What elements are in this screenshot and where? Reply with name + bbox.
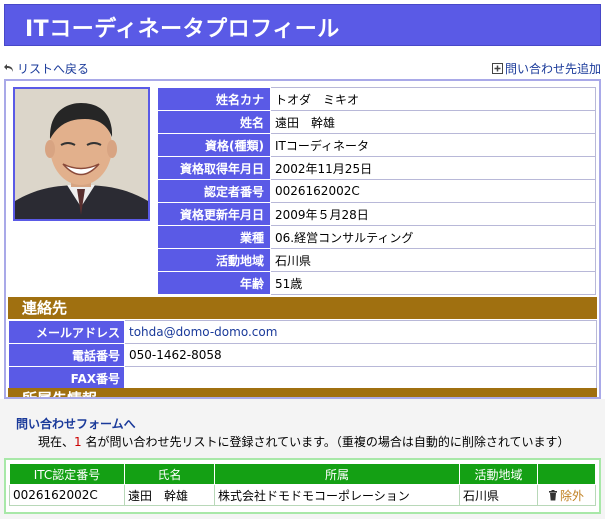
- add-box-icon: [491, 63, 503, 74]
- inquiry-status-text: 現在、1 名が問い合わせ先リストに登録されています。（重複の場合は自動的に削除さ…: [38, 433, 570, 450]
- name-header: 氏名: [124, 463, 215, 485]
- back-to-list-link[interactable]: リストへ戻る: [4, 60, 89, 77]
- back-to-list-label: リストへ戻る: [17, 62, 90, 76]
- contact-value: 050-1462-8058: [124, 343, 597, 367]
- status-suffix: 名が問い合わせ先リストに登録されています。（重複の場合は自動的に削除されています…: [81, 435, 570, 449]
- profile-value: トオダ ミキオ: [270, 87, 596, 111]
- profile-row: 業種 06.経営コンサルティング: [157, 225, 596, 249]
- profile-row: 資格取得年月日 2002年11月25日: [157, 156, 596, 180]
- contact-row: メールアドレス tohda@domo-domo.com: [8, 320, 597, 344]
- profile-panel: 姓名カナ トオダ ミキオ 姓名 遠田 幹雄 資格(種類) ITコーディネータ 資格取得年月日…: [4, 79, 601, 399]
- profile-value: 2009年５月28日: [270, 202, 596, 226]
- contact-row: FAX番号: [8, 366, 597, 390]
- contact-value: [124, 366, 597, 390]
- contact-value: tohda@domo-domo.com: [124, 320, 597, 344]
- status-count: 1: [74, 435, 82, 449]
- contact-section-header: 連絡先: [8, 297, 597, 319]
- profile-value: 0026162002C: [270, 179, 596, 203]
- status-prefix: 現在、: [38, 435, 75, 449]
- itc-number-cell: 0026162002C: [9, 484, 125, 506]
- back-arrow-icon: [4, 64, 13, 72]
- remove-button[interactable]: 除外: [548, 487, 584, 504]
- contact-row: 電話番号 050-1462-8058: [8, 343, 597, 367]
- profile-row: 年齢 51歳: [157, 271, 596, 295]
- contact-label: FAX番号: [8, 366, 125, 390]
- nav-row: リストへ戻る 問い合わせ先追加: [4, 60, 601, 76]
- contact-table: メールアドレス tohda@domo-domo.com 電話番号 050-1462-8…: [8, 320, 597, 390]
- name-cell: 遠田 幹雄: [124, 484, 215, 506]
- inquiry-list: ITC認定番号 氏名 所属 活動地域 0026162002C 遠田 幹雄 株式会社ドモドモ…: [4, 458, 601, 514]
- profile-row: 資格(種類) ITコーディネータ: [157, 133, 596, 157]
- profile-label: 活動地域: [157, 248, 271, 272]
- add-inquiry-link[interactable]: 問い合わせ先追加: [491, 60, 601, 77]
- profile-row: 姓名カナ トオダ ミキオ: [157, 87, 596, 111]
- region-cell: 石川県: [459, 484, 538, 506]
- profile-value: 石川県: [270, 248, 596, 272]
- portrait-image: [15, 89, 148, 219]
- inquiry-form-link[interactable]: 問い合わせフォームへ: [16, 415, 136, 432]
- profile-row: 活動地域 石川県: [157, 248, 596, 272]
- profile-table: 姓名カナ トオダ ミキオ 姓名 遠田 幹雄 資格(種類) ITコーディネータ 資格取得年月日…: [157, 87, 596, 295]
- profile-label: 姓名: [157, 110, 271, 134]
- profile-row: 認定者番号 0026162002C: [157, 179, 596, 203]
- profile-label: 認定者番号: [157, 179, 271, 203]
- itc-list-table: ITC認定番号 氏名 所属 活動地域 0026162002C 遠田 幹雄 株式会社ドモドモ…: [9, 463, 596, 506]
- region-header: 活動地域: [459, 463, 538, 485]
- add-inquiry-label: 問い合わせ先追加: [504, 62, 601, 76]
- page-title: ITコーディネータプロフィール: [25, 17, 340, 42]
- contact-label: メールアドレス: [8, 320, 125, 344]
- inquiry-area: 問い合わせフォームへ 現在、1 名が問い合わせ先リストに登録されています。（重複…: [0, 399, 605, 519]
- profile-value: 06.経営コンサルティング: [270, 225, 596, 249]
- profile-label: 業種: [157, 225, 271, 249]
- page-header: ITコーディネータプロフィール: [4, 4, 601, 46]
- trash-icon: [549, 489, 557, 500]
- itc-number-header: ITC認定番号: [9, 463, 125, 485]
- affiliation-header: 所属: [214, 463, 460, 485]
- profile-label: 年齢: [157, 271, 271, 295]
- profile-value: ITコーディネータ: [270, 133, 596, 157]
- profile-label: 資格取得年月日: [157, 156, 271, 180]
- table-row: 0026162002C 遠田 幹雄 株式会社ドモドモコーポレーション 石川県 除外: [9, 484, 596, 506]
- profile-value: 51歳: [270, 271, 596, 295]
- profile-label: 姓名カナ: [157, 87, 271, 111]
- profile-value: 遠田 幹雄: [270, 110, 596, 134]
- profile-label: 資格(種類): [157, 133, 271, 157]
- contact-label: 電話番号: [8, 343, 125, 367]
- action-cell: 除外: [537, 484, 596, 506]
- profile-row: 姓名 遠田 幹雄: [157, 110, 596, 134]
- affiliation-section-header: 所属先情報: [8, 388, 597, 397]
- profile-photo: [13, 87, 150, 221]
- profile-row: 資格更新年月日 2009年５月28日: [157, 202, 596, 226]
- remove-label: 除外: [560, 488, 585, 503]
- profile-value: 2002年11月25日: [270, 156, 596, 180]
- profile-label: 資格更新年月日: [157, 202, 271, 226]
- affiliation-cell: 株式会社ドモドモコーポレーション: [214, 484, 460, 506]
- action-header: [537, 463, 596, 485]
